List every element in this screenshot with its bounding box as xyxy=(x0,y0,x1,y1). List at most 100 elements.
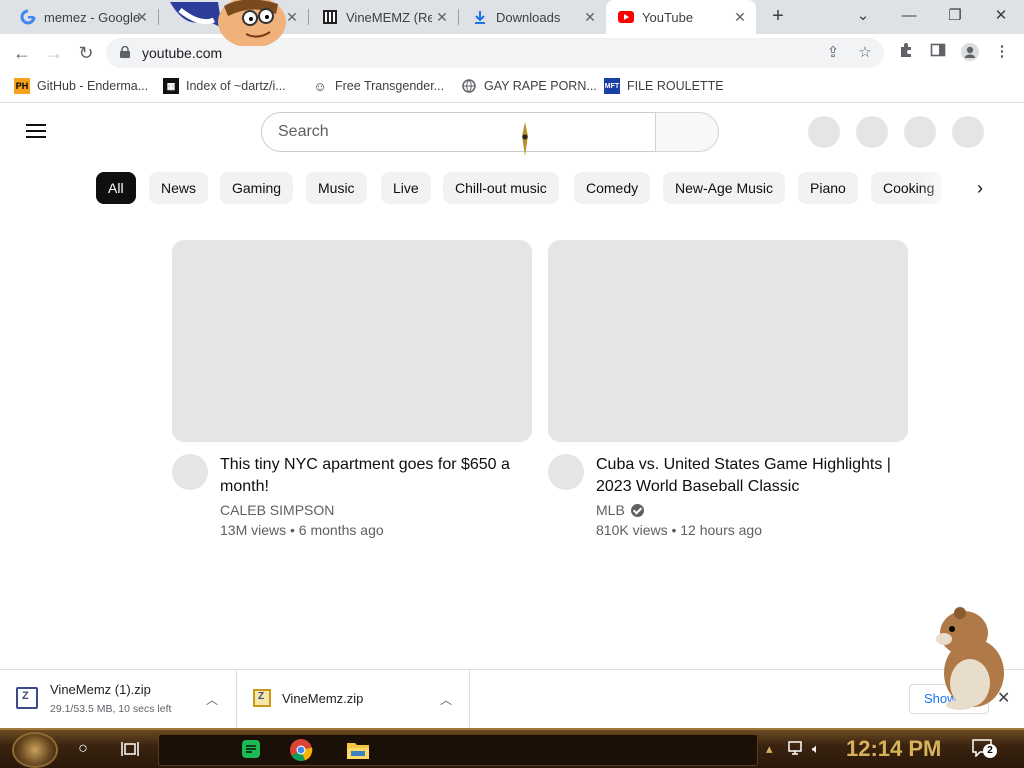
volume-icon[interactable]: 🔈︎ xyxy=(812,741,820,757)
minimize-button[interactable]: — xyxy=(886,0,932,30)
start-button[interactable] xyxy=(12,732,58,768)
star-icon[interactable]: ☆ xyxy=(856,44,874,62)
globe-icon xyxy=(461,78,477,94)
chip-new-age-music[interactable]: New-Age Music xyxy=(663,172,786,204)
channel-avatar[interactable] xyxy=(172,454,208,490)
verified-check-icon xyxy=(630,503,644,517)
bookmark-label: Index of ~dartz/i... xyxy=(186,79,286,93)
youtube-page: Search All News Gaming Music Live Chill-… xyxy=(0,104,1024,669)
screen: { "browser": { "tabs": [ {"title": "meme… xyxy=(0,0,1024,768)
taskbar: ○ ▴ 🔈︎ 12:14 PM 2 xyxy=(0,728,1024,768)
close-window-button[interactable]: ✕ xyxy=(978,0,1024,30)
bookmark-label: GitHub - Enderma... xyxy=(37,79,149,93)
chip-comedy[interactable]: Comedy xyxy=(574,172,651,204)
header-icon-placeholder[interactable] xyxy=(952,116,984,148)
task-view-icon[interactable] xyxy=(121,740,139,758)
chips-next-chevron-icon[interactable]: › xyxy=(962,172,998,204)
restore-button[interactable]: ❐ xyxy=(932,0,978,30)
chip-all[interactable]: All xyxy=(96,172,136,204)
close-tab-icon[interactable]: ✕ xyxy=(134,9,150,25)
header-icon-placeholder[interactable] xyxy=(856,116,888,148)
video-thumbnail[interactable] xyxy=(172,240,532,442)
video-thumbnail[interactable] xyxy=(548,240,908,442)
cursor-sprite xyxy=(522,122,528,156)
download-status: 29.1/53.5 MB, 10 secs left xyxy=(50,703,172,715)
new-tab-button[interactable]: + xyxy=(766,5,790,29)
chip-music[interactable]: Music xyxy=(306,172,367,204)
browser-menu-icon[interactable]: ⋮ xyxy=(992,42,1012,62)
chip-news[interactable]: News xyxy=(149,172,209,204)
close-tab-icon[interactable]: ✕ xyxy=(434,9,450,25)
video-title[interactable]: This tiny NYC apartment goes for $650 a … xyxy=(220,454,520,498)
bookmarks-bar: PH GitHub - Enderma... ▦ Index of ~dartz… xyxy=(0,71,1024,103)
side-panel-icon[interactable] xyxy=(928,42,948,62)
chevron-up-icon[interactable]: ︿ xyxy=(439,691,453,707)
bookmark-file-roulette[interactable]: MFT FILE ROULETTE xyxy=(604,78,724,94)
reload-button[interactable]: ↻ xyxy=(72,39,100,67)
chevron-up-icon[interactable]: ︿ xyxy=(205,691,219,707)
search-input[interactable]: Search xyxy=(261,112,656,152)
close-tab-icon[interactable]: ✕ xyxy=(582,9,598,25)
bookmark-free[interactable]: ☺ Free Transgender... xyxy=(312,78,444,94)
search-circle-icon[interactable]: ○ xyxy=(74,740,92,758)
tab-youtube[interactable]: YouTube ✕ xyxy=(606,0,756,34)
search-placeholder: Search xyxy=(278,123,329,140)
tab-downloads[interactable]: Downloads ✕ xyxy=(460,0,606,34)
channel-name[interactable]: MLB xyxy=(596,502,644,518)
bookmark-github[interactable]: PH GitHub - Enderma... xyxy=(14,78,148,94)
file-explorer-icon[interactable] xyxy=(346,739,370,761)
zip-file-icon xyxy=(16,687,38,709)
tray-chevron-icon[interactable]: ▴ xyxy=(766,741,773,757)
chip-piano[interactable]: Piano xyxy=(798,172,858,204)
mft-icon: MFT xyxy=(604,78,620,94)
chip-gaming[interactable]: Gaming xyxy=(220,172,294,204)
bookmark-label: GAY RAPE PORN... xyxy=(484,79,597,93)
bookmark-label: FILE ROULETTE xyxy=(627,79,724,93)
channel-name-text: CALEB SIMPSON xyxy=(220,502,335,518)
tab-memez-google[interactable]: memez - Google ✕ xyxy=(8,0,158,34)
mask-icon: ☺ xyxy=(313,78,327,94)
share-icon[interactable]: ⇪ xyxy=(824,44,842,62)
columns-icon xyxy=(322,9,338,25)
tab-vinememz[interactable]: VineMEMZ (Re ✕ xyxy=(310,0,458,34)
chip-chill-out-music[interactable]: Chill-out music xyxy=(443,172,559,204)
video-title[interactable]: Cuba vs. United States Game Highlights |… xyxy=(596,454,896,498)
extensions-puzzle-icon[interactable] xyxy=(896,42,916,62)
tab-search-chevron-icon[interactable]: ⌄ xyxy=(840,0,886,30)
menu-hamburger-icon[interactable] xyxy=(26,124,46,138)
header-icon-placeholder[interactable] xyxy=(904,116,936,148)
download-item[interactable]: VineMemz.zip ︿ xyxy=(237,670,470,729)
video-meta: 13M views • 6 months ago xyxy=(220,522,384,538)
download-filename: VineMemz.zip xyxy=(282,691,364,706)
chrome-icon[interactable] xyxy=(289,738,313,762)
back-button[interactable]: ← xyxy=(8,39,36,67)
channel-name-text: MLB xyxy=(596,502,625,518)
profile-avatar-icon[interactable] xyxy=(960,42,980,62)
zip-file-icon xyxy=(253,689,271,707)
browser-toolbar: ← → ↻ youtube.com ⇪ ☆ ⋮ xyxy=(0,34,1024,71)
youtube-icon xyxy=(618,9,634,25)
header-icon-placeholder[interactable] xyxy=(808,116,840,148)
cartoon-face-sprite xyxy=(170,0,286,46)
ph-icon: PH xyxy=(14,78,30,94)
channel-avatar[interactable] xyxy=(548,454,584,490)
google-icon xyxy=(20,9,36,25)
bookmark-globe[interactable]: GAY RAPE PORN... xyxy=(461,78,597,94)
hamster-sprite xyxy=(936,607,1004,710)
search-button[interactable] xyxy=(655,112,719,152)
tab-divider xyxy=(308,9,309,25)
tab-divider xyxy=(158,9,159,25)
channel-name[interactable]: CALEB SIMPSON xyxy=(220,502,334,518)
forward-button[interactable]: → xyxy=(40,39,68,67)
network-icon[interactable] xyxy=(788,741,806,760)
notes-app-icon[interactable] xyxy=(240,738,262,760)
bookmark-index-of[interactable]: ▦ Index of ~dartz/i... xyxy=(163,78,286,94)
download-item[interactable]: VineMemz (1).zip 29.1/53.5 MB, 10 secs l… xyxy=(0,670,237,729)
close-tab-icon[interactable]: ✕ xyxy=(732,9,748,25)
download-icon xyxy=(472,9,488,25)
tab-divider xyxy=(458,9,459,25)
video-meta: 810K views • 12 hours ago xyxy=(596,522,763,538)
notifications-icon[interactable]: 2 xyxy=(972,739,998,761)
chip-live[interactable]: Live xyxy=(381,172,431,204)
taskbar-clock[interactable]: 12:14 PM xyxy=(846,736,941,762)
